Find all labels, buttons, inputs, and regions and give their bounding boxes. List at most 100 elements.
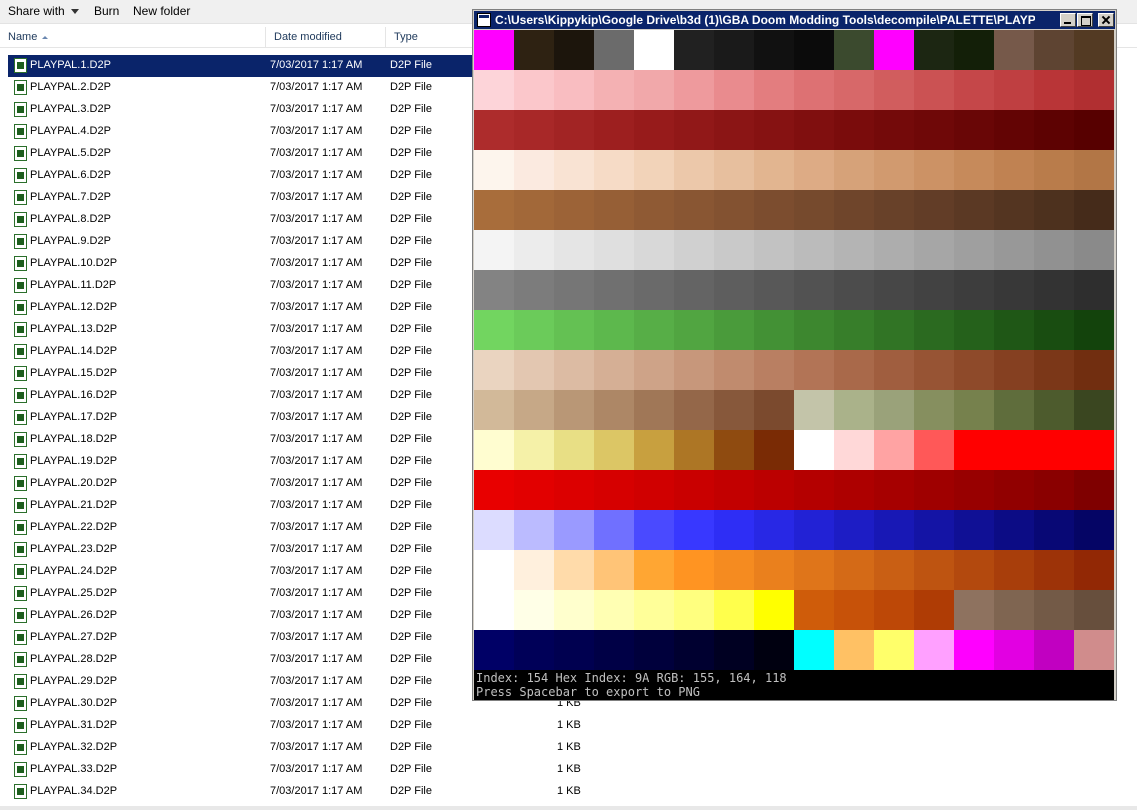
palette-swatch[interactable] xyxy=(794,390,834,430)
palette-swatch[interactable] xyxy=(674,390,714,430)
palette-swatch[interactable] xyxy=(914,190,954,230)
palette-swatch[interactable] xyxy=(554,350,594,390)
palette-swatch[interactable] xyxy=(1074,310,1114,350)
palette-swatch[interactable] xyxy=(914,550,954,590)
file-row[interactable]: PLAYPAL.21.D2P 7/03/2017 1:17 AM D2P File xyxy=(8,495,478,517)
palette-swatch[interactable] xyxy=(554,310,594,350)
palette-swatch[interactable] xyxy=(474,590,514,630)
palette-swatch[interactable] xyxy=(874,70,914,110)
palette-swatch[interactable] xyxy=(834,470,874,510)
palette-swatch[interactable] xyxy=(634,150,674,190)
palette-swatch[interactable] xyxy=(874,310,914,350)
palette-swatch[interactable] xyxy=(914,390,954,430)
palette-swatch[interactable] xyxy=(714,150,754,190)
palette-swatch[interactable] xyxy=(474,390,514,430)
palette-swatch[interactable] xyxy=(834,510,874,550)
palette-swatch[interactable] xyxy=(1074,110,1114,150)
palette-swatch[interactable] xyxy=(994,270,1034,310)
file-row[interactable]: PLAYPAL.22.D2P 7/03/2017 1:17 AM D2P File xyxy=(8,517,478,539)
palette-swatch[interactable] xyxy=(474,630,514,670)
palette-swatch[interactable] xyxy=(794,510,834,550)
palette-swatch[interactable] xyxy=(954,150,994,190)
column-header-name[interactable]: Name xyxy=(0,27,266,48)
palette-swatch[interactable] xyxy=(1034,590,1074,630)
palette-swatch[interactable] xyxy=(754,430,794,470)
palette-swatch[interactable] xyxy=(954,230,994,270)
palette-swatch[interactable] xyxy=(634,270,674,310)
palette-swatch[interactable] xyxy=(1074,150,1114,190)
file-row[interactable]: PLAYPAL.4.D2P 7/03/2017 1:17 AM D2P File xyxy=(8,121,478,143)
palette-swatch[interactable] xyxy=(674,150,714,190)
palette-swatch[interactable] xyxy=(794,110,834,150)
palette-swatch[interactable] xyxy=(594,310,634,350)
palette-swatch[interactable] xyxy=(674,230,714,270)
palette-swatch[interactable] xyxy=(874,270,914,310)
file-row[interactable]: PLAYPAL.6.D2P 7/03/2017 1:17 AM D2P File xyxy=(8,165,478,187)
palette-swatch[interactable] xyxy=(1034,470,1074,510)
palette-swatch[interactable] xyxy=(874,550,914,590)
palette-swatch[interactable] xyxy=(514,230,554,270)
palette-swatch[interactable] xyxy=(874,390,914,430)
palette-swatch[interactable] xyxy=(834,110,874,150)
palette-swatch[interactable] xyxy=(754,30,794,70)
palette-swatch[interactable] xyxy=(834,590,874,630)
palette-swatch[interactable] xyxy=(594,70,634,110)
file-row[interactable]: PLAYPAL.5.D2P 7/03/2017 1:17 AM D2P File xyxy=(8,143,478,165)
palette-swatch[interactable] xyxy=(634,350,674,390)
palette-swatch[interactable] xyxy=(1034,310,1074,350)
palette-swatch[interactable] xyxy=(714,110,754,150)
palette-swatch[interactable] xyxy=(794,310,834,350)
palette-swatch[interactable] xyxy=(674,30,714,70)
palette-grid[interactable] xyxy=(474,30,1114,670)
palette-swatch[interactable] xyxy=(714,30,754,70)
palette-swatch[interactable] xyxy=(1074,230,1114,270)
palette-swatch[interactable] xyxy=(954,350,994,390)
palette-swatch[interactable] xyxy=(474,270,514,310)
palette-swatch[interactable] xyxy=(874,30,914,70)
palette-swatch[interactable] xyxy=(954,310,994,350)
palette-swatch[interactable] xyxy=(994,470,1034,510)
file-row[interactable]: PLAYPAL.23.D2P 7/03/2017 1:17 AM D2P File xyxy=(8,539,478,561)
palette-swatch[interactable] xyxy=(1034,630,1074,670)
palette-swatch[interactable] xyxy=(594,510,634,550)
palette-swatch[interactable] xyxy=(834,310,874,350)
palette-swatch[interactable] xyxy=(1074,470,1114,510)
palette-swatch[interactable] xyxy=(794,70,834,110)
palette-swatch[interactable] xyxy=(634,190,674,230)
palette-swatch[interactable] xyxy=(1034,390,1074,430)
palette-swatch[interactable] xyxy=(954,510,994,550)
palette-swatch[interactable] xyxy=(834,70,874,110)
palette-swatch[interactable] xyxy=(554,550,594,590)
palette-swatch[interactable] xyxy=(674,550,714,590)
palette-swatch[interactable] xyxy=(914,350,954,390)
palette-swatch[interactable] xyxy=(834,190,874,230)
palette-swatch[interactable] xyxy=(474,110,514,150)
palette-swatch[interactable] xyxy=(874,150,914,190)
palette-swatch[interactable] xyxy=(1074,630,1114,670)
palette-swatch[interactable] xyxy=(594,150,634,190)
palette-swatch[interactable] xyxy=(914,110,954,150)
palette-swatch[interactable] xyxy=(674,310,714,350)
palette-swatch[interactable] xyxy=(954,430,994,470)
palette-swatch[interactable] xyxy=(554,590,594,630)
palette-swatch[interactable] xyxy=(674,350,714,390)
palette-swatch[interactable] xyxy=(1034,430,1074,470)
palette-swatch[interactable] xyxy=(674,110,714,150)
palette-swatch[interactable] xyxy=(954,110,994,150)
palette-swatch[interactable] xyxy=(714,230,754,270)
file-row[interactable]: PLAYPAL.15.D2P 7/03/2017 1:17 AM D2P File xyxy=(8,363,478,385)
file-row[interactable]: PLAYPAL.17.D2P 7/03/2017 1:17 AM D2P File xyxy=(8,407,478,429)
palette-swatch[interactable] xyxy=(994,70,1034,110)
palette-swatch[interactable] xyxy=(514,510,554,550)
palette-swatch[interactable] xyxy=(874,230,914,270)
palette-swatch[interactable] xyxy=(1034,550,1074,590)
palette-swatch[interactable] xyxy=(794,630,834,670)
palette-swatch[interactable] xyxy=(834,630,874,670)
palette-swatch[interactable] xyxy=(554,470,594,510)
palette-swatch[interactable] xyxy=(634,230,674,270)
file-row[interactable]: PLAYPAL.11.D2P 7/03/2017 1:17 AM D2P File xyxy=(8,275,478,297)
palette-swatch[interactable] xyxy=(1074,190,1114,230)
palette-swatch[interactable] xyxy=(514,350,554,390)
palette-swatch[interactable] xyxy=(674,70,714,110)
palette-swatch[interactable] xyxy=(954,630,994,670)
